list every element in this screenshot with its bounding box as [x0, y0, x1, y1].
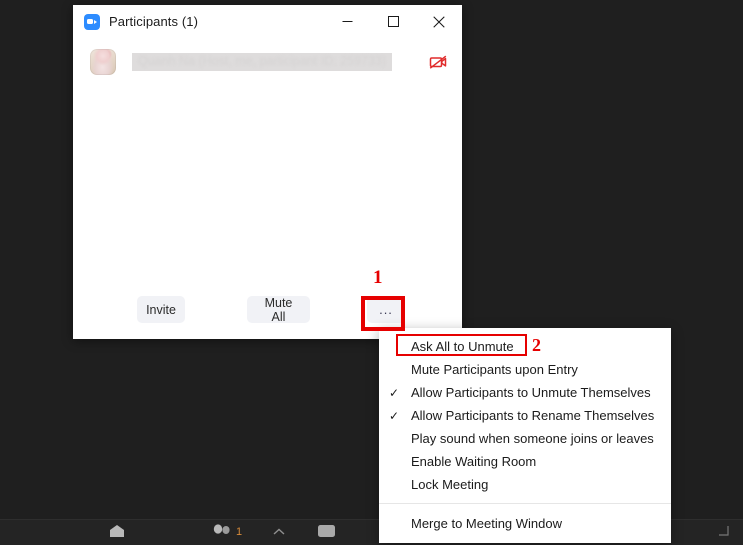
- menu-item-label: Allow Participants to Rename Themselves: [411, 408, 655, 423]
- toolbar-participants[interactable]: 1: [212, 524, 242, 540]
- minimize-icon: [342, 21, 352, 22]
- participant-name-redacted: Quanh Na (Host, me, participant ID: 2597…: [132, 53, 392, 71]
- menu-item-label: Play sound when someone joins or leaves: [411, 431, 654, 446]
- participants-count: 1: [236, 526, 243, 538]
- annotation-number-1: 1: [373, 267, 383, 288]
- toolbar-home-icon[interactable]: [108, 524, 130, 541]
- menu-item-label: Merge to Meeting Window: [411, 516, 563, 531]
- menu-item-allow-participants-to-unmute-themselves[interactable]: ✓ Allow Participants to Unmute Themselve…: [379, 381, 671, 404]
- annotation-number-2: 2: [532, 335, 541, 355]
- invite-button[interactable]: Invite: [137, 296, 185, 323]
- toolbar-resize-handle[interactable]: [718, 526, 730, 539]
- menu-item-merge-to-meeting-window[interactable]: Merge to Meeting Window: [379, 512, 671, 535]
- minimize-button[interactable]: [324, 5, 370, 38]
- participants-icon: [212, 524, 232, 540]
- mute-all-button[interactable]: Mute All: [247, 296, 310, 324]
- participant-list: Quanh Na (Host, me, participant ID: 2597…: [73, 38, 462, 283]
- menu-item-label: Enable Waiting Room: [411, 454, 537, 469]
- resize-handle-icon: [718, 526, 730, 539]
- toolbar-share-screen[interactable]: [316, 524, 338, 541]
- menu-item-allow-participants-to-rename-themselves[interactable]: ✓ Allow Participants to Rename Themselve…: [379, 404, 671, 427]
- menu-item-mute-participants-upon-entry[interactable]: Mute Participants upon Entry: [379, 358, 671, 381]
- chevron-up-icon: [273, 528, 285, 539]
- window-titlebar[interactable]: Participants (1): [73, 5, 462, 38]
- maximize-button[interactable]: [370, 5, 416, 38]
- share-screen-icon: [316, 524, 338, 541]
- participant-name: Quanh Na (Host, me, participant ID: 2597…: [138, 54, 387, 68]
- menu-separator: [379, 503, 671, 504]
- window-controls: [324, 5, 462, 38]
- home-icon: [108, 524, 130, 541]
- menu-item-label: Ask All to Unmute: [411, 339, 514, 354]
- menu-item-play-sound-when-someone-joins-or-leaves[interactable]: Play sound when someone joins or leaves: [379, 427, 671, 450]
- participants-window: Participants (1) Quanh Na (Host, me, par…: [73, 5, 462, 339]
- close-icon: [433, 15, 445, 28]
- maximize-icon: [387, 16, 399, 27]
- menu-check-3: ✓: [389, 408, 400, 423]
- menu-item-label: Lock Meeting: [411, 477, 489, 492]
- video-off-icon[interactable]: [428, 52, 448, 72]
- zoom-video-icon: [84, 13, 100, 30]
- menu-item-lock-meeting[interactable]: Lock Meeting: [379, 473, 671, 496]
- more-options-button[interactable]: ...: [367, 296, 405, 323]
- participants-context-menu: Ask All to Unmute Mute Participants upon…: [379, 328, 671, 543]
- page-title: Participants (1): [109, 14, 199, 29]
- avatar: [90, 49, 116, 75]
- menu-item-label: Mute Participants upon Entry: [411, 362, 578, 377]
- close-button[interactable]: [416, 5, 462, 38]
- menu-item-label: Allow Participants to Unmute Themselves: [411, 385, 651, 400]
- menu-check-2: ✓: [389, 385, 400, 400]
- menu-item-ask-all-to-unmute[interactable]: Ask All to Unmute: [379, 335, 671, 358]
- toolbar-chevron-up[interactable]: [273, 528, 285, 539]
- participant-row[interactable]: Quanh Na (Host, me, participant ID: 2597…: [73, 45, 462, 79]
- menu-item-enable-waiting-room[interactable]: Enable Waiting Room: [379, 450, 671, 473]
